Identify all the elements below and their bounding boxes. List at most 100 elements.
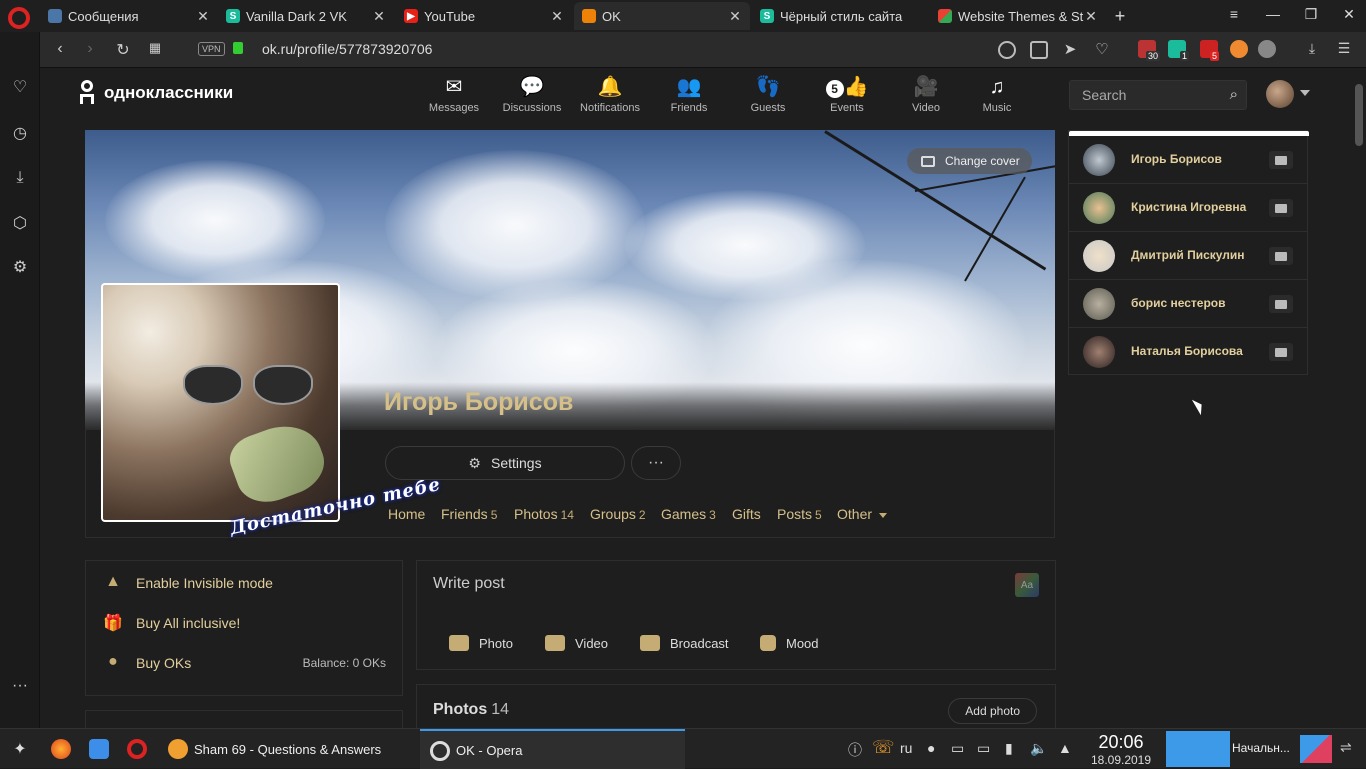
language-indicator[interactable]: ru — [900, 740, 912, 756]
new-tab-button[interactable]: + — [1105, 6, 1135, 27]
message-friend-button[interactable] — [1269, 151, 1293, 169]
tab-ok[interactable]: OK ✕ — [574, 2, 750, 30]
pager-desktop-2[interactable]: Начальн... — [1232, 741, 1290, 755]
volume-icon[interactable]: 🔈 — [1030, 740, 1047, 757]
bookmark-heart-icon[interactable]: ♡ — [1092, 40, 1112, 58]
subnav-home[interactable]: Home — [388, 506, 425, 522]
easy-setup-icon[interactable]: ☰ — [1334, 40, 1354, 57]
opera-taskbar-icon[interactable] — [127, 739, 147, 759]
more-button[interactable]: ··· — [631, 446, 681, 480]
user-avatar[interactable] — [1266, 80, 1294, 108]
post-video-button[interactable]: Video — [545, 633, 608, 653]
battery-icon[interactable]: ▭ — [977, 740, 990, 757]
nav-messages[interactable]: ✉ Messages — [419, 76, 489, 114]
extensions-icon[interactable]: ⬡ — [10, 214, 30, 234]
subnav-gifts[interactable]: Gifts — [732, 506, 761, 522]
all-inclusive-link[interactable]: 🎁 Buy All inclusive! — [102, 611, 240, 635]
maximize-icon[interactable]: ❐ — [1296, 6, 1326, 23]
friend-row[interactable]: Наталья Борисова — [1069, 328, 1307, 376]
pager-desktop-1[interactable] — [1166, 731, 1230, 767]
search-icon[interactable]: ⌕ — [1230, 86, 1238, 103]
buy-oks-link[interactable]: ● Buy OKs — [102, 651, 191, 675]
minimize-icon[interactable]: — — [1258, 6, 1288, 22]
write-post-input[interactable]: Write post — [433, 575, 505, 593]
page-scrollbar[interactable] — [1352, 68, 1366, 728]
invisible-mode-link[interactable]: ▲ Enable Invisible mode — [102, 571, 273, 595]
friend-row[interactable]: Кристина Игоревна — [1069, 184, 1307, 232]
show-desktop-icon[interactable] — [1300, 735, 1332, 763]
font-style-button[interactable]: Aa — [1015, 573, 1039, 597]
clock[interactable]: 20:06 18.09.2019 — [1080, 732, 1162, 767]
photos-title[interactable]: Photos 14 — [433, 701, 509, 719]
task-sham69[interactable]: Sham 69 - Questions & Answers — [158, 729, 420, 769]
nav-video[interactable]: 🎥 Video — [891, 76, 961, 114]
tab-vanilla-dark[interactable]: S Vanilla Dark 2 VK ✕ — [218, 2, 394, 30]
friend-avatar[interactable] — [1083, 288, 1115, 320]
subnav-photos[interactable]: Photos 14 — [514, 506, 574, 522]
reload-icon[interactable]: ↻ — [113, 40, 133, 60]
task-ok-opera[interactable]: OK - Opera — [420, 729, 685, 769]
nav-discussions[interactable]: 💬 Discussions — [497, 76, 567, 114]
message-friend-button[interactable] — [1269, 199, 1293, 217]
friend-avatar[interactable] — [1083, 192, 1115, 224]
add-photo-button[interactable]: Add photo — [948, 698, 1037, 724]
app-launcher-icon[interactable]: ✦ — [10, 739, 30, 759]
message-friend-button[interactable] — [1269, 247, 1293, 265]
downloads-icon[interactable]: ⤓ — [10, 168, 30, 188]
bulb-icon[interactable]: ● — [927, 740, 935, 756]
snapshot-icon[interactable] — [1030, 41, 1048, 59]
vpn-badge[interactable]: VPN — [198, 42, 225, 56]
post-mood-button[interactable]: Mood — [760, 633, 819, 653]
tab-menu-icon[interactable]: ≡ — [1219, 6, 1249, 22]
subnav-friends[interactable]: Friends 5 — [441, 506, 497, 522]
lock-tray-icon[interactable]: ▮ — [1005, 740, 1013, 757]
more-icon[interactable]: ··· — [10, 676, 30, 696]
tab-website-themes[interactable]: Website Themes & St ✕ — [930, 2, 1106, 30]
emoji-icon[interactable] — [998, 41, 1016, 59]
ok-logo[interactable]: одноклассники — [78, 80, 233, 106]
friend-row[interactable]: Игорь Борисов — [1069, 136, 1307, 184]
firefox-icon[interactable] — [51, 739, 71, 759]
settings-button[interactable]: ⚙ Settings — [385, 446, 625, 480]
tray-expand-icon[interactable]: ▲ — [1058, 740, 1072, 756]
bulb-ext-icon[interactable] — [1258, 40, 1276, 58]
scrollbar-thumb[interactable] — [1355, 84, 1363, 146]
tab-youtube[interactable]: ▶ YouTube ✕ — [396, 2, 572, 30]
friend-row[interactable]: Дмитрий Пискулин — [1069, 232, 1307, 280]
chevron-down-icon[interactable] — [1300, 90, 1310, 96]
panel-options-icon[interactable]: ⇌ — [1340, 739, 1352, 756]
settings-gear-icon[interactable]: ⚙ — [10, 258, 30, 278]
nav-notifications[interactable]: 🔔 Notifications — [575, 76, 645, 114]
friend-name[interactable]: Кристина Игоревна — [1131, 200, 1246, 214]
forward-icon[interactable]: › — [80, 40, 100, 58]
orange-ext-icon[interactable] — [1230, 40, 1248, 58]
close-tab-icon[interactable]: ✕ — [196, 8, 210, 25]
post-broadcast-button[interactable]: Broadcast — [640, 633, 729, 653]
message-friend-button[interactable] — [1269, 343, 1293, 361]
display-icon[interactable]: ▭ — [951, 740, 964, 757]
tab-messages[interactable]: Сообщения ✕ — [40, 2, 218, 30]
bookmarks-heart-icon[interactable]: ♡ — [10, 78, 30, 98]
nav-friends[interactable]: 👥 Friends — [654, 76, 724, 114]
close-tab-icon[interactable]: ✕ — [372, 8, 386, 25]
nav-music[interactable]: ♫ Music — [962, 76, 1032, 114]
subnav-other[interactable]: Other — [837, 506, 888, 522]
search-box[interactable]: ⌕ — [1069, 80, 1247, 110]
subnav-posts[interactable]: Posts 5 — [777, 506, 822, 522]
friend-name[interactable]: Дмитрий Пискулин — [1131, 248, 1245, 262]
friend-name[interactable]: борис нестеров — [1131, 296, 1225, 310]
nav-guests[interactable]: 👣 Guests — [733, 76, 803, 114]
opera-menu-icon[interactable] — [8, 7, 30, 29]
friend-name[interactable]: Наталья Борисова — [1131, 344, 1243, 358]
subnav-games[interactable]: Games 3 — [661, 506, 716, 522]
change-cover-button[interactable]: Change cover — [907, 148, 1032, 174]
send-icon[interactable]: ➤ — [1060, 40, 1080, 58]
close-tab-icon[interactable]: ✕ — [728, 8, 742, 25]
friend-avatar[interactable] — [1083, 144, 1115, 176]
friend-avatar[interactable] — [1083, 336, 1115, 368]
subnav-groups[interactable]: Groups 2 — [590, 506, 646, 522]
nav-events[interactable]: 5 👍 Events — [812, 76, 882, 114]
download-icon[interactable]: ⤓ — [1302, 40, 1322, 57]
tab-black-style[interactable]: S Чёрный стиль сайта — [752, 2, 928, 30]
close-tab-icon[interactable]: ✕ — [550, 8, 564, 25]
